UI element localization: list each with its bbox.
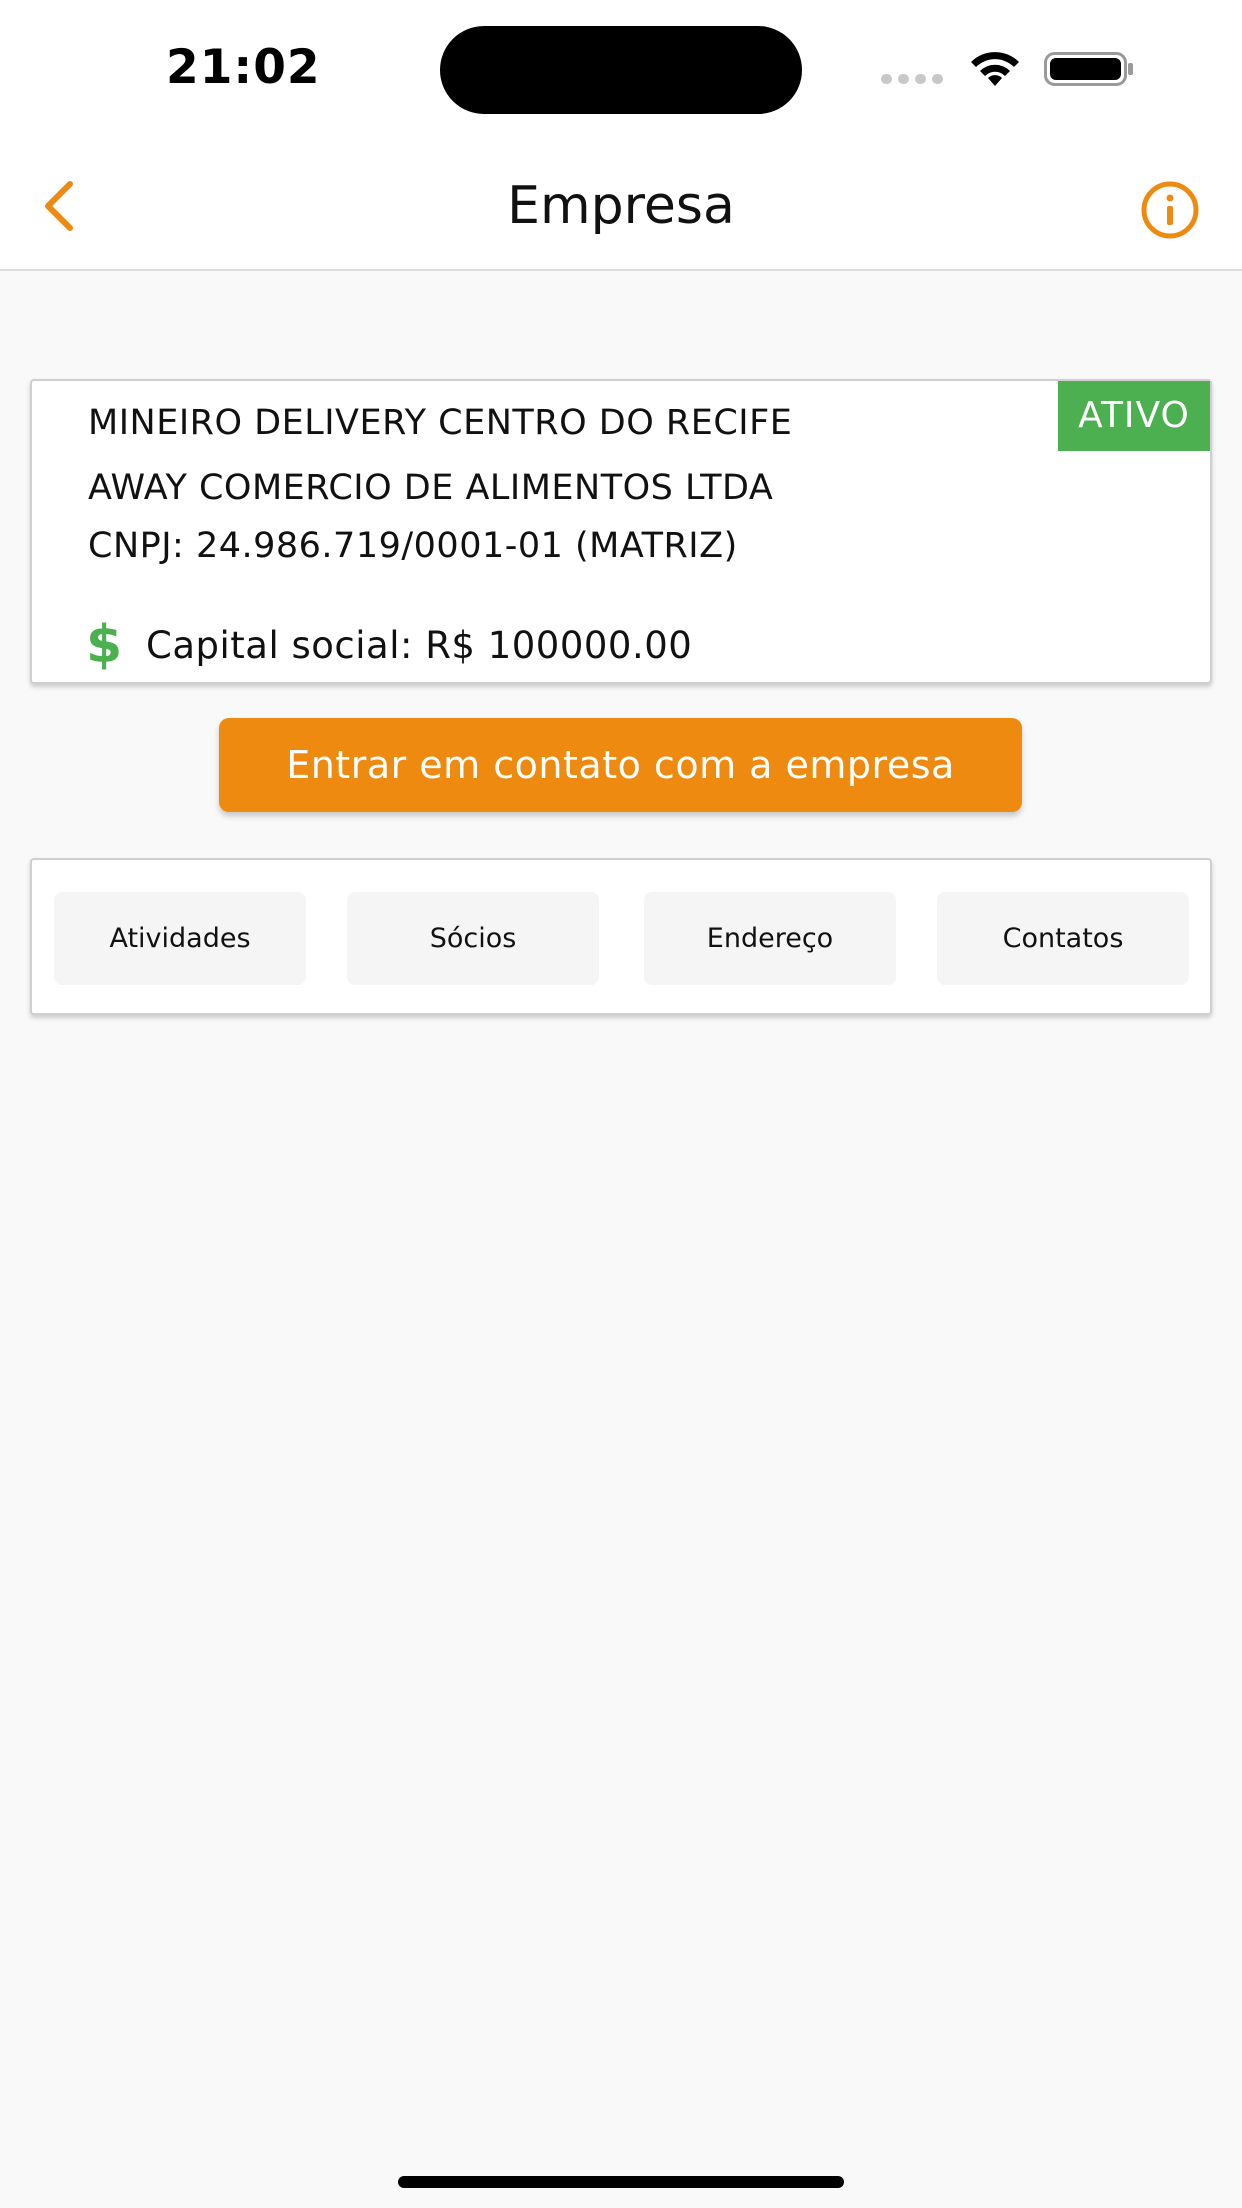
page-title: Empresa xyxy=(507,176,735,236)
company-screen: 21:02 Empresa MINEIRO DELIVERY CENTRO DO… xyxy=(0,0,1242,2208)
section-tabs: Atividades Sócios Endereço Contatos xyxy=(30,858,1212,1015)
company-card: MINEIRO DELIVERY CENTRO DO RECIFE AWAY C… xyxy=(30,379,1212,684)
company-cnpj: CNPJ: 24.986.719/0001-01 (MATRIZ) xyxy=(88,526,738,566)
dollar-icon: $ xyxy=(86,615,123,675)
status-bar: 21:02 xyxy=(0,0,1242,140)
status-time: 21:02 xyxy=(166,40,321,95)
company-name-line2: AWAY COMERCIO DE ALIMENTOS LTDA xyxy=(88,468,774,508)
navigation-bar: Empresa xyxy=(0,140,1242,271)
tab-atividades[interactable]: Atividades xyxy=(54,892,306,985)
tab-contatos[interactable]: Contatos xyxy=(937,892,1189,985)
dynamic-island xyxy=(440,26,802,114)
status-badge: ATIVO xyxy=(1058,381,1210,451)
cellular-signal-icon xyxy=(881,74,945,84)
battery-icon xyxy=(1044,52,1133,86)
contact-company-button[interactable]: Entrar em contato com a empresa xyxy=(219,718,1022,812)
capital-row: $ Capital social: R$ 100000.00 xyxy=(86,617,692,673)
tab-endereco[interactable]: Endereço xyxy=(644,892,896,985)
capital-social-text: Capital social: R$ 100000.00 xyxy=(146,623,693,667)
company-name-line1: MINEIRO DELIVERY CENTRO DO RECIFE xyxy=(88,403,793,443)
wifi-icon xyxy=(971,52,1019,86)
tab-socios[interactable]: Sócios xyxy=(347,892,599,985)
info-icon[interactable] xyxy=(1140,180,1200,240)
home-indicator[interactable] xyxy=(398,2176,844,2188)
